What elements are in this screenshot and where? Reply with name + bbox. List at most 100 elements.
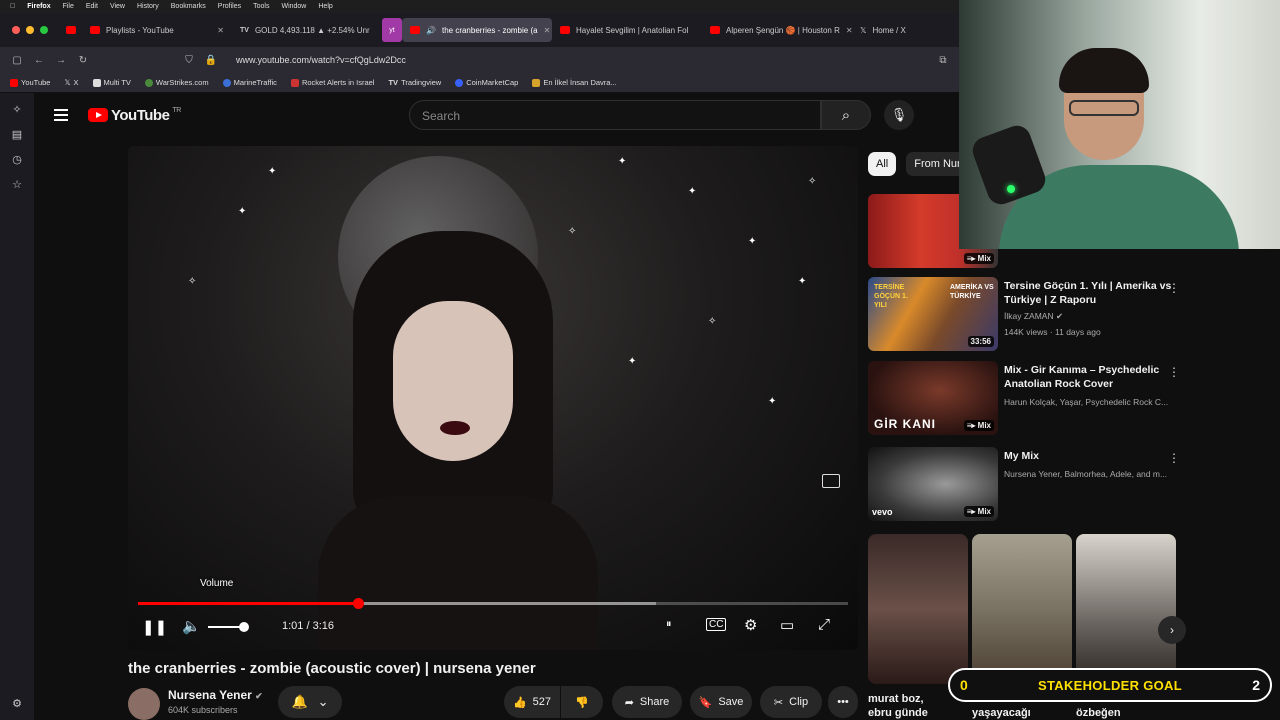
address-bar[interactable]: www.youtube.com/watch?v=cfQgLdw2Dcc	[236, 55, 406, 65]
fullscreen-icon[interactable]: ⤢	[818, 616, 830, 633]
notification-button[interactable]: 🔔 ⌄	[278, 686, 342, 718]
bookmark-tradingview[interactable]: TV Tradingview	[388, 78, 441, 87]
short-thumbnail[interactable]	[868, 534, 968, 684]
dislike-button[interactable]: 👎	[561, 686, 603, 718]
video-thumbnail[interactable]: GİR KANI ≡▸ Mix	[868, 361, 998, 435]
recommendation-channel[interactable]: İlkay ZAMAN ✔	[1004, 311, 1184, 322]
shorts-next-button[interactable]: ›	[1158, 616, 1186, 644]
recommendation-channel[interactable]: Harun Kolçak, Yaşar, Psychedelic Rock C.…	[1004, 397, 1184, 407]
tab-gold[interactable]: TV GOLD 4,493.118 ▲ +2.54% Unr	[232, 18, 382, 42]
customize-gear-icon[interactable]: ⚙	[12, 697, 22, 710]
settings-gear-icon[interactable]: ⚙	[744, 616, 757, 634]
recommendation-title[interactable]: Tersine Göçün 1. Yılı | Amerika vs Türki…	[1004, 279, 1174, 307]
youtube-favicon-icon	[90, 26, 100, 34]
voice-search-button[interactable]: 🎙	[884, 100, 914, 130]
bookmark-coinmarketcap[interactable]: CoinMarketCap	[455, 78, 518, 87]
menubar-profiles[interactable]: Profiles	[218, 3, 241, 10]
lock-icon[interactable]: 🔒	[200, 55, 222, 66]
minimize-window-button[interactable]	[26, 26, 34, 34]
forward-icon[interactable]: →	[50, 55, 72, 66]
bookmarks-bar: YouTube 𝕏X Multi TV WarStrikes.com Marin…	[0, 73, 960, 93]
pause-icon[interactable]: ❚❚	[142, 618, 167, 636]
menubar-view[interactable]: View	[110, 3, 125, 10]
history-icon[interactable]: ◷	[12, 153, 22, 166]
theater-mode-icon[interactable]: ▭	[780, 616, 794, 634]
more-actions-button[interactable]: •••	[828, 686, 858, 718]
sidebar-toggle-icon[interactable]: ▢	[6, 55, 28, 66]
menubar-help[interactable]: Help	[318, 3, 332, 10]
bookmark-youtube[interactable]: YouTube	[10, 78, 50, 87]
menubar-file[interactable]: File	[63, 3, 74, 10]
menubar-bookmarks[interactable]: Bookmarks	[171, 3, 206, 10]
close-tab-icon[interactable]: ✕	[544, 26, 551, 35]
tab-label: the cranberries - zombie (a	[441, 25, 538, 35]
video-thumbnail[interactable]: vevo ≡▸ Mix	[868, 447, 998, 521]
recommendation-item[interactable]: vevo ≡▸ Mix My Mix Nursena Yener, Balmor…	[868, 447, 1188, 523]
verified-icon: ✔	[1055, 311, 1064, 321]
short-title[interactable]: murat boz, ebru günde	[868, 692, 928, 720]
tabs-icon[interactable]: ▤	[12, 128, 22, 141]
tab-home-x[interactable]: 𝕏 Home / X	[852, 18, 922, 42]
channel-avatar[interactable]	[128, 688, 160, 720]
bookmark-rocket-alerts[interactable]: Rocket Alerts in Israel	[290, 78, 374, 87]
star-decoration: ✦	[798, 276, 807, 287]
save-button[interactable]: 🔖 Save	[690, 686, 752, 718]
captions-icon[interactable]: CC	[706, 618, 727, 631]
share-button[interactable]: ➦ Share	[612, 686, 682, 718]
close-window-button[interactable]	[12, 26, 20, 34]
video-thumbnail[interactable]: TERSİNE GÖÇÜN 1. YILI AMERİKA VS TÜRKİYE…	[868, 277, 998, 351]
zoom-window-button[interactable]	[40, 26, 48, 34]
autoplay-toggle-icon[interactable]: ⏸	[666, 618, 672, 631]
reload-icon[interactable]: ↻	[72, 55, 94, 66]
clip-button[interactable]: ✂ Clip	[760, 686, 822, 718]
video-player[interactable]: ✦ ✦ ✦ ✧ ✦ ✦ ✧ ✦ ✦ ✧ ✦ ✧ Volume ❚❚ 🔈 1:01…	[128, 146, 858, 650]
volume-handle[interactable]	[239, 622, 249, 632]
back-icon[interactable]: ←	[28, 55, 50, 66]
like-button[interactable]: 👍 527	[504, 686, 560, 718]
tab-alperen[interactable]: Alperen Şengün 🏀 | Houston R ✕	[702, 18, 852, 42]
recommendation-title[interactable]: My Mix	[1004, 449, 1174, 463]
search-input[interactable]: Search	[409, 100, 821, 130]
recommendation-item[interactable]: GİR KANI ≡▸ Mix Mix - Gir Kanıma – Psych…	[868, 361, 1188, 437]
bookmark-en-ilkel[interactable]: En İlkel İnsan Davra...	[532, 78, 617, 87]
more-vertical-icon[interactable]: ⋮	[1168, 451, 1180, 465]
menubar-app[interactable]: Firefox	[27, 3, 50, 10]
ai-sparkle-icon[interactable]: ✧	[12, 103, 21, 116]
tab-hayalet[interactable]: Hayalet Sevgilim | Anatolian Fol	[552, 18, 702, 42]
short-thumbnail[interactable]	[1076, 534, 1176, 684]
channel-name[interactable]: Nursena Yener ✔	[168, 688, 263, 702]
bookmark-warstrikes[interactable]: WarStrikes.com	[144, 78, 209, 87]
search-button[interactable]: ⌕	[821, 100, 871, 130]
shield-icon[interactable]: ⛉	[178, 55, 200, 66]
more-vertical-icon[interactable]: ⋮	[1168, 365, 1180, 379]
short-thumbnail[interactable]	[972, 534, 1072, 684]
menu-icon[interactable]	[54, 109, 68, 121]
bookmark-multi-tv[interactable]: Multi TV	[92, 78, 131, 87]
bookmark-marinetraffic[interactable]: MarineTraffic	[222, 78, 277, 87]
bookmarks-star-icon[interactable]: ☆	[12, 178, 22, 191]
pinned-tab-yt-app[interactable]: yt	[382, 18, 402, 42]
apple-icon[interactable]: 	[10, 3, 15, 10]
menubar-edit[interactable]: Edit	[86, 3, 98, 10]
menubar-tools[interactable]: Tools	[253, 3, 269, 10]
tab-playlists[interactable]: Playlists - YouTube ✕	[82, 18, 232, 42]
pinned-tab-youtube[interactable]	[60, 18, 82, 42]
bookmark-x[interactable]: 𝕏X	[64, 78, 78, 87]
chip-all[interactable]: All	[868, 152, 897, 176]
menubar-window[interactable]: Window	[281, 3, 306, 10]
volume-icon[interactable]: 🔈	[182, 617, 201, 635]
clip-label: Clip	[789, 696, 809, 708]
recommendation-channel[interactable]: Nursena Yener, Balmorhea, Adele, and m..…	[1004, 469, 1184, 479]
more-vertical-icon[interactable]: ⋮	[1168, 281, 1180, 295]
recommendation-title[interactable]: Mix - Gir Kanıma – Psychedelic Anatolian…	[1004, 363, 1174, 391]
menubar-history[interactable]: History	[137, 3, 159, 10]
verified-icon: ✔	[255, 691, 263, 701]
speaker-icon[interactable]: 🔊	[426, 26, 436, 35]
picture-in-picture-icon[interactable]: ⧉	[932, 55, 954, 66]
youtube-logo[interactable]: YouTube TR	[88, 107, 181, 124]
progress-bar[interactable]	[138, 598, 848, 609]
tab-cranberries[interactable]: 🔊 the cranberries - zombie (a ✕	[402, 18, 552, 42]
miniplayer-icon[interactable]	[822, 474, 840, 488]
recommendation-item[interactable]: TERSİNE GÖÇÜN 1. YILI AMERİKA VS TÜRKİYE…	[868, 277, 1188, 353]
close-tab-icon[interactable]: ✕	[217, 26, 224, 35]
